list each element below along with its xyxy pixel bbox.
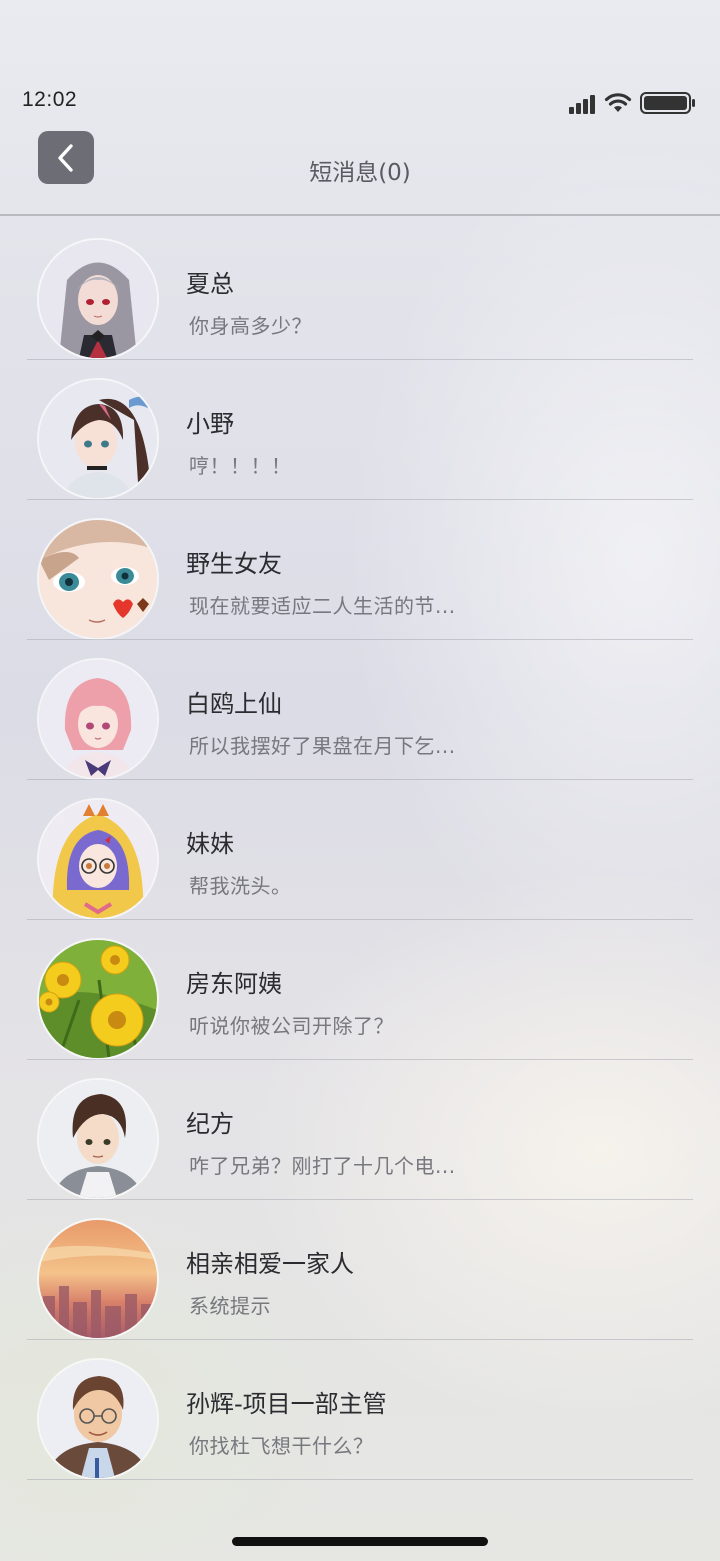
avatar (39, 660, 157, 778)
nav-bar: 短消息(0) (0, 125, 720, 215)
message-preview: 所以我摆好了果盘在月下乞... (189, 734, 456, 758)
contact-name: 白鸥上仙 (186, 690, 282, 718)
message-item-ye-sheng-nv-you[interactable]: 野生女友 现在就要适应二人生活的节... (0, 500, 720, 640)
avatar (39, 1220, 157, 1338)
home-indicator[interactable] (232, 1537, 488, 1546)
anime-girl-closeup-heart-avatar (39, 520, 157, 638)
message-item-xia-zong[interactable]: 夏总 你身高多少？ (0, 220, 720, 360)
message-item-ji-fang[interactable]: 纪方 咋了兄弟？刚打了十几个电... (0, 1060, 720, 1200)
header-divider (0, 214, 720, 216)
contact-name: 妹妹 (186, 830, 234, 858)
message-preview: 听说你被公司开除了？ (189, 1014, 394, 1038)
status-time: 12:02 (22, 88, 78, 111)
wifi-icon (604, 93, 632, 112)
message-preview: 你找杜飞想干什么？ (189, 1434, 374, 1458)
status-bar: 12:02 (0, 0, 720, 125)
message-preview: 哼！！！！ (189, 454, 292, 478)
message-preview: 系统提示 (189, 1294, 271, 1318)
cellular-signal-icon (569, 95, 595, 114)
contact-name: 房东阿姨 (186, 970, 282, 998)
anime-man-brown-hair-avatar (39, 1080, 157, 1198)
avatar (39, 380, 157, 498)
message-item-sun-hui[interactable]: 孙辉-项目一部主管 你找杜飞想干什么？ (0, 1340, 720, 1480)
page-title: 短消息(0) (309, 160, 411, 186)
message-item-family-group[interactable]: 相亲相爱一家人 系统提示 (0, 1200, 720, 1340)
yellow-flowers-avatar (39, 940, 157, 1058)
message-preview: 咋了兄弟？刚打了十几个电... (189, 1154, 456, 1178)
sunset-city-avatar (39, 1220, 157, 1338)
anime-girl-glasses-hood-avatar (39, 800, 157, 918)
battery-icon (640, 92, 695, 114)
message-preview: 现在就要适应二人生活的节... (189, 594, 456, 618)
contact-name: 相亲相爱一家人 (186, 1250, 354, 1278)
contact-name: 野生女友 (186, 550, 282, 578)
message-item-fang-dong-a-yi[interactable]: 房东阿姨 听说你被公司开除了？ (0, 920, 720, 1060)
contact-name: 夏总 (186, 270, 234, 298)
avatar (39, 520, 157, 638)
message-item-bai-ou-shang-xian[interactable]: 白鸥上仙 所以我摆好了果盘在月下乞... (0, 640, 720, 780)
avatar (39, 800, 157, 918)
message-list: 夏总 你身高多少？ 小野 哼！！！！ 野生女友 现在就要适应二人生活的节... … (0, 220, 720, 1480)
contact-name: 孙辉-项目一部主管 (186, 1390, 387, 1418)
avatar (39, 940, 157, 1058)
message-preview: 你身高多少？ (189, 314, 312, 338)
anime-girl-pink-hair-avatar (39, 660, 157, 778)
contact-name: 纪方 (186, 1110, 234, 1138)
message-item-xiao-ye[interactable]: 小野 哼！！！！ (0, 360, 720, 500)
avatar (39, 1080, 157, 1198)
avatar (39, 240, 157, 358)
anime-girl-ponytail-avatar (39, 380, 157, 498)
message-item-mei-mei[interactable]: 妹妹 帮我洗头。 (0, 780, 720, 920)
message-preview: 帮我洗头。 (189, 874, 292, 898)
man-glasses-avatar (39, 1360, 157, 1478)
anime-woman-silver-hair-avatar (39, 240, 157, 358)
avatar (39, 1360, 157, 1478)
contact-name: 小野 (186, 410, 234, 438)
